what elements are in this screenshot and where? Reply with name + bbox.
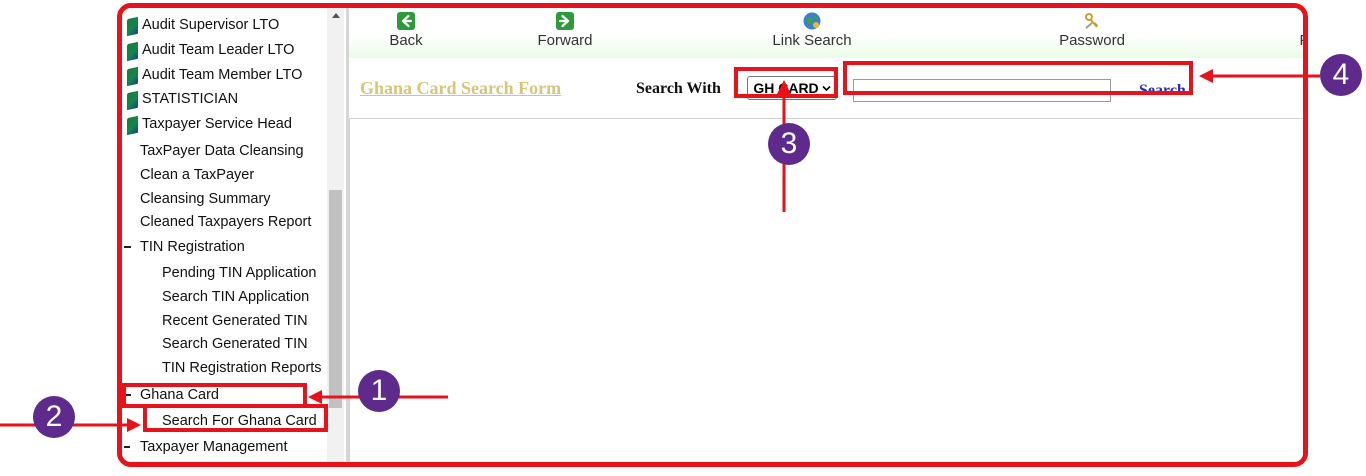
callout-3: 3: [768, 123, 810, 165]
arrow-4-head: [1199, 69, 1213, 83]
callout-2: 2: [33, 396, 75, 438]
arrow-1-head: [308, 390, 322, 404]
callout-1: 1: [358, 370, 400, 412]
callout-4: 4: [1320, 54, 1362, 96]
arrow-2-head: [127, 418, 141, 432]
arrow-3-head: [777, 80, 791, 94]
annotation-arrows: [0, 69, 1320, 432]
